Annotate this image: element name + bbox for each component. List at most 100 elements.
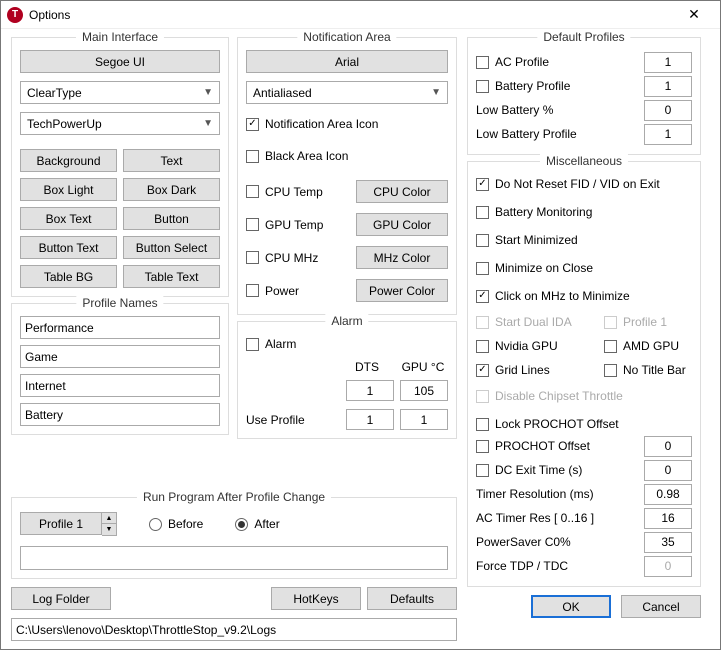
profile-3-input[interactable]: Internet — [20, 374, 220, 397]
force-tdp-input: 0 — [644, 556, 692, 577]
theme-select[interactable]: TechPowerUp ▼ — [20, 112, 220, 135]
chevron-down-icon: ▼ — [203, 87, 213, 98]
dts-label: DTS — [342, 360, 392, 374]
minimize-close-checkbox[interactable]: Minimize on Close — [476, 258, 692, 278]
gpuc-input[interactable]: 105 — [400, 380, 448, 401]
no-titlebar-checkbox[interactable]: No Title Bar — [604, 360, 692, 380]
powersaver-input[interactable]: 35 — [644, 532, 692, 553]
ac-timer-label: AC Timer Res [ 0..16 ] — [476, 511, 594, 525]
cpu-mhz-checkbox[interactable]: CPU MHz — [246, 248, 350, 268]
profile-names-legend: Profile Names — [76, 296, 163, 310]
notification-group: Notification Area Arial Antialiased ▼ ✓N… — [237, 37, 457, 315]
log-path-input[interactable]: C:\Users\lenovo\Desktop\ThrottleStop_v9.… — [11, 618, 457, 641]
cancel-button[interactable]: Cancel — [621, 595, 701, 618]
table-bg-button[interactable]: Table BG — [20, 265, 117, 288]
before-radio[interactable]: Before — [149, 517, 203, 531]
aa-select[interactable]: Antialiased ▼ — [246, 81, 448, 104]
button-text-button[interactable]: Button Text — [20, 236, 117, 259]
run-path-input[interactable] — [20, 546, 448, 570]
render-select-value: ClearType — [27, 86, 82, 100]
theme-select-value: TechPowerUp — [27, 117, 102, 131]
box-light-button[interactable]: Box Light — [20, 178, 117, 201]
ac-profile-checkbox[interactable]: AC Profile — [476, 52, 549, 72]
click-mhz-checkbox[interactable]: ✓Click on MHz to Minimize — [476, 286, 692, 306]
cpu-color-button[interactable]: CPU Color — [356, 180, 448, 203]
amd-checkbox[interactable]: AMD GPU — [604, 336, 692, 356]
profile-2-input[interactable]: Game — [20, 345, 220, 368]
run-program-group: Run Program After Profile Change Profile… — [11, 497, 457, 579]
prochot-offset-checkbox[interactable]: PROCHOT Offset — [476, 436, 590, 456]
alarm-legend: Alarm — [325, 314, 368, 328]
dc-exit-checkbox[interactable]: DC Exit Time (s) — [476, 460, 582, 480]
render-select[interactable]: ClearType ▼ — [20, 81, 220, 104]
background-button[interactable]: Background — [20, 149, 117, 172]
use-profile-label: Use Profile — [246, 413, 340, 427]
notif-icon-checkbox[interactable]: ✓Notification Area Icon — [246, 114, 448, 134]
battery-profile-input[interactable]: 1 — [644, 76, 692, 97]
power-checkbox[interactable]: Power — [246, 281, 350, 301]
use-profile-1-input[interactable]: 1 — [346, 409, 394, 430]
alarm-group: Alarm Alarm DTS GPU °C 1 105 Use Profile… — [237, 321, 457, 439]
start-minimized-checkbox[interactable]: Start Minimized — [476, 230, 692, 250]
ac-timer-input[interactable]: 16 — [644, 508, 692, 529]
close-icon[interactable]: ✕ — [674, 6, 714, 23]
notif-font-button[interactable]: Arial — [246, 50, 448, 73]
cpu-temp-checkbox[interactable]: CPU Temp — [246, 182, 350, 202]
low-battery-pct-input[interactable]: 0 — [644, 100, 692, 121]
default-profiles-legend: Default Profiles — [537, 30, 630, 44]
ok-button[interactable]: OK — [531, 595, 611, 618]
alarm-checkbox[interactable]: Alarm — [246, 334, 448, 354]
power-color-button[interactable]: Power Color — [356, 279, 448, 302]
button-button[interactable]: Button — [123, 207, 220, 230]
spinner-down-icon[interactable]: ▼ — [102, 524, 116, 535]
nvidia-checkbox[interactable]: Nvidia GPU — [476, 336, 598, 356]
table-text-button[interactable]: Table Text — [123, 265, 220, 288]
no-reset-checkbox[interactable]: ✓Do Not Reset FID / VID on Exit — [476, 174, 692, 194]
timer-res-label: Timer Resolution (ms) — [476, 487, 594, 501]
window-title: Options — [29, 8, 674, 22]
log-folder-button[interactable]: Log Folder — [11, 587, 111, 610]
timer-res-input[interactable]: 0.98 — [644, 484, 692, 505]
battery-profile-checkbox[interactable]: Battery Profile — [476, 76, 570, 96]
gpu-color-button[interactable]: GPU Color — [356, 213, 448, 236]
battery-monitoring-checkbox[interactable]: Battery Monitoring — [476, 202, 692, 222]
profile-1-input[interactable]: Performance — [20, 316, 220, 339]
titlebar: T Options ✕ — [1, 1, 720, 29]
misc-group: Miscellaneous ✓Do Not Reset FID / VID on… — [467, 161, 701, 587]
after-radio[interactable]: After — [235, 517, 279, 531]
main-interface-legend: Main Interface — [76, 30, 164, 44]
use-profile-2-input[interactable]: 1 — [400, 409, 448, 430]
dual-ida-checkbox: Start Dual IDA — [476, 312, 598, 332]
spinner-up-icon[interactable]: ▲ — [102, 513, 116, 524]
gpu-temp-checkbox[interactable]: GPU Temp — [246, 215, 350, 235]
chevron-down-icon: ▼ — [203, 118, 213, 129]
black-area-checkbox[interactable]: Black Area Icon — [246, 146, 448, 166]
low-battery-profile-label: Low Battery Profile — [476, 127, 577, 141]
profile-names-group: Profile Names Performance Game Internet … — [11, 303, 229, 435]
dts-input[interactable]: 1 — [346, 380, 394, 401]
chevron-down-icon: ▼ — [431, 87, 441, 98]
defaults-button[interactable]: Defaults — [367, 587, 457, 610]
text-button[interactable]: Text — [123, 149, 220, 172]
box-text-button[interactable]: Box Text — [20, 207, 117, 230]
misc-legend: Miscellaneous — [540, 154, 628, 168]
box-dark-button[interactable]: Box Dark — [123, 178, 220, 201]
chipset-throttle-checkbox: Disable Chipset Throttle — [476, 386, 692, 406]
hotkeys-button[interactable]: HotKeys — [271, 587, 361, 610]
ac-profile-input[interactable]: 1 — [644, 52, 692, 73]
profile-4-input[interactable]: Battery — [20, 403, 220, 426]
mhz-color-button[interactable]: MHz Color — [356, 246, 448, 269]
notification-legend: Notification Area — [297, 30, 396, 44]
grid-lines-checkbox[interactable]: ✓Grid Lines — [476, 360, 598, 380]
font-button[interactable]: Segoe UI — [20, 50, 220, 73]
lock-prochot-checkbox[interactable]: Lock PROCHOT Offset — [476, 414, 692, 434]
run-program-legend: Run Program After Profile Change — [137, 490, 331, 504]
button-select-button[interactable]: Button Select — [123, 236, 220, 259]
low-battery-pct-label: Low Battery % — [476, 103, 553, 117]
dc-exit-input[interactable]: 0 — [644, 460, 692, 481]
profile-spinner[interactable]: Profile 1 ▲▼ — [20, 512, 117, 536]
low-battery-profile-input[interactable]: 1 — [644, 124, 692, 145]
force-tdp-label: Force TDP / TDC — [476, 559, 568, 573]
profile1-checkbox: Profile 1 — [604, 312, 692, 332]
prochot-offset-input[interactable]: 0 — [644, 436, 692, 457]
